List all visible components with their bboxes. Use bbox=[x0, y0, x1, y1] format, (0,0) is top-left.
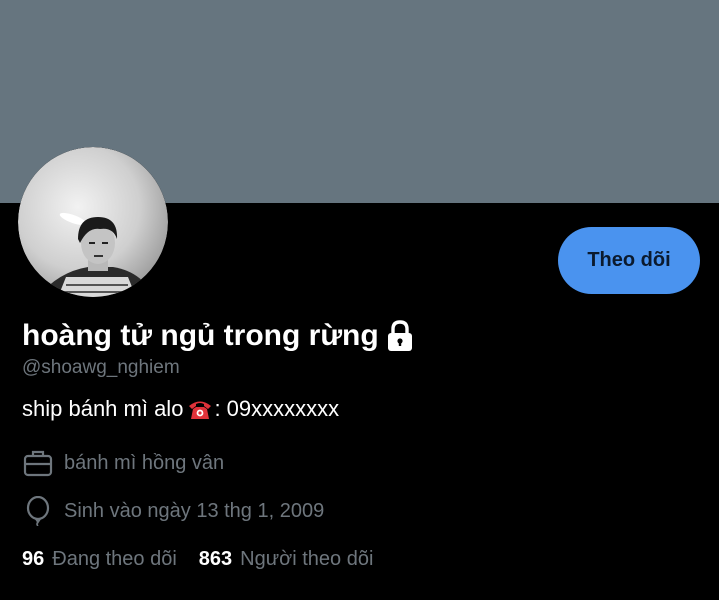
follow-counts: 96 Đang theo dõi 863 Người theo dõi bbox=[22, 548, 373, 571]
briefcase-icon bbox=[22, 448, 54, 478]
bio-phone: : 09xxxxxxxx bbox=[214, 396, 340, 421]
display-name: hoàng tử ngủ trong rừng bbox=[22, 316, 415, 356]
following-link[interactable]: 96 Đang theo dõi bbox=[22, 548, 177, 571]
bio: ship bánh mì alo : 09xxxxxxxx bbox=[22, 396, 339, 422]
avatar[interactable] bbox=[18, 147, 168, 297]
avatar-photo bbox=[18, 147, 168, 297]
birthdate-text: Sinh vào ngày 13 thg 1, 2009 bbox=[64, 499, 325, 522]
followers-link[interactable]: 863 Người theo dõi bbox=[199, 548, 374, 571]
followers-label: Người theo dõi bbox=[240, 548, 374, 570]
follow-button[interactable]: Theo dõi bbox=[558, 227, 700, 294]
display-name-text: hoàng tử ngủ trong rừng bbox=[22, 319, 379, 352]
work-text: bánh mì hồng vân bbox=[64, 451, 225, 474]
lock-icon bbox=[385, 319, 415, 353]
user-handle: @shoawg_nghiem bbox=[22, 357, 180, 378]
following-count: 96 bbox=[22, 548, 45, 570]
birthdate-row: Sinh vào ngày 13 thg 1, 2009 bbox=[22, 495, 325, 527]
following-label: Đang theo dõi bbox=[52, 548, 177, 570]
balloon-icon bbox=[22, 495, 54, 527]
work-row: bánh mì hồng vân bbox=[22, 448, 224, 478]
telephone-icon bbox=[187, 397, 213, 421]
bio-text: ship bánh mì alo bbox=[22, 396, 184, 421]
followers-count: 863 bbox=[198, 548, 233, 570]
